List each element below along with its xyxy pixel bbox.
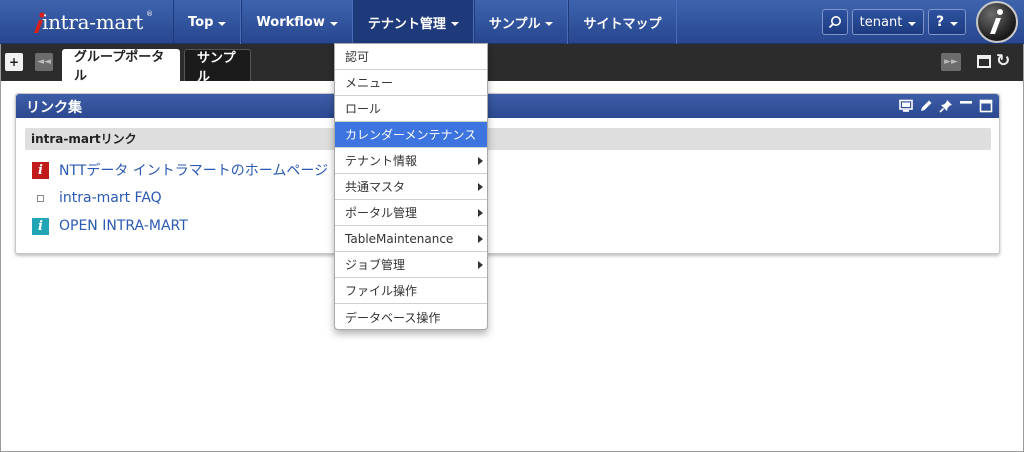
submenu-arrow-icon bbox=[478, 209, 483, 217]
link-open-intra-mart[interactable]: OPEN INTRA-MART bbox=[59, 218, 188, 234]
link-nttdata-homepage[interactable]: NTTデータ イントラマートのホームページ bbox=[59, 160, 328, 180]
menu-item-tenant-info[interactable]: テナント情報 bbox=[335, 148, 487, 174]
menu-item-label: カレンダーメンテナンス bbox=[345, 128, 477, 142]
menu-item-label: 共通マスタ bbox=[345, 180, 406, 194]
help-menu-button[interactable]: ? bbox=[928, 9, 966, 35]
menu-item-menu[interactable]: メニュー bbox=[335, 70, 487, 96]
nav-sitemap[interactable]: サイトマップ bbox=[568, 0, 677, 44]
intra-mart-logo[interactable]: intra-mart ® bbox=[8, 6, 172, 38]
intramart-red-icon: i bbox=[32, 161, 49, 179]
tenant-admin-dropdown: 認可 メニュー ロール カレンダーメンテナンス テナント情報 共通マスタ ポータ… bbox=[334, 43, 488, 330]
link-item: i OPEN INTRA-MART bbox=[32, 216, 188, 236]
nav-workflow[interactable]: Workflow bbox=[241, 0, 353, 44]
menu-item-job-admin[interactable]: ジョブ管理 bbox=[335, 252, 487, 278]
nav-top[interactable]: Top bbox=[173, 0, 242, 44]
menu-item-label: TableMaintenance bbox=[345, 231, 454, 246]
menu-item-label: メニュー bbox=[345, 76, 394, 90]
nav-tenant-admin[interactable]: テナント管理 bbox=[352, 0, 474, 44]
menu-item-file-operations[interactable]: ファイル操作 bbox=[335, 278, 487, 304]
tab-group-portal[interactable]: グループポータル bbox=[62, 49, 180, 84]
nav-top-label: Top bbox=[188, 14, 214, 30]
nav-sample-label: サンプル bbox=[488, 16, 541, 32]
caret-down-icon bbox=[545, 21, 554, 26]
tab-sample[interactable]: サンプル bbox=[184, 49, 251, 85]
intramart-teal-icon: i bbox=[32, 217, 49, 235]
menu-item-role[interactable]: ロール bbox=[335, 96, 487, 122]
portlet-header: リンク集 bbox=[16, 94, 999, 118]
maximize-icon[interactable] bbox=[979, 99, 993, 113]
portal-tab-bar: + ◄◄ グループポータル サンプル ►► ↻ bbox=[1, 44, 1023, 85]
intra-mart-i-icon bbox=[990, 9, 1003, 34]
user-menu-button[interactable]: tenant bbox=[852, 9, 924, 35]
header-tools: tenant ? bbox=[822, 0, 1018, 44]
links-portlet: リンク集 intra-martリンク i NTTデータ イントラマートのホームペ… bbox=[15, 93, 1000, 254]
menu-item-portal-admin[interactable]: ポータル管理 bbox=[335, 200, 487, 226]
global-nav: Top Workflow テナント管理 サンプル サイトマップ bbox=[173, 0, 677, 44]
nav-workflow-label: Workflow bbox=[256, 14, 325, 30]
global-header: intra-mart ® Top Workflow テナント管理 サンプル サイ… bbox=[0, 0, 1024, 44]
portlet-title: リンク集 bbox=[26, 100, 82, 116]
scroll-tabs-right-button[interactable]: ►► bbox=[941, 53, 961, 71]
menu-item-table-maintenance[interactable]: TableMaintenance bbox=[335, 226, 487, 252]
submenu-arrow-icon bbox=[478, 235, 483, 243]
link-item: i NTTデータ イントラマートのホームページ bbox=[32, 160, 328, 180]
help-label: ? bbox=[935, 14, 945, 30]
user-label: tenant bbox=[859, 14, 903, 30]
portlet-tools bbox=[899, 99, 993, 113]
caret-down-icon bbox=[450, 21, 459, 26]
link-item: intra-mart FAQ bbox=[32, 188, 162, 208]
logo-registered-mark: ® bbox=[146, 10, 153, 18]
caret-down-icon bbox=[218, 21, 227, 26]
search-icon bbox=[828, 16, 841, 29]
menu-item-label: データベース操作 bbox=[345, 310, 441, 325]
window-icon[interactable] bbox=[977, 55, 991, 68]
caret-down-icon bbox=[908, 21, 917, 26]
submenu-arrow-icon bbox=[478, 261, 483, 269]
menu-item-label: ポータル管理 bbox=[345, 206, 418, 220]
search-button[interactable] bbox=[822, 9, 848, 35]
user-avatar[interactable] bbox=[976, 1, 1018, 43]
menu-item-label: ロール bbox=[345, 102, 382, 116]
section-header: intra-martリンク bbox=[25, 128, 991, 150]
menu-item-calendar-maintenance[interactable]: カレンダーメンテナンス bbox=[335, 122, 487, 148]
nav-sample[interactable]: サンプル bbox=[473, 0, 569, 44]
caret-down-icon bbox=[950, 21, 959, 26]
menu-item-common-master[interactable]: 共通マスタ bbox=[335, 174, 487, 200]
menu-item-label: 認可 bbox=[345, 50, 370, 64]
menu-item-database-operations[interactable]: データベース操作 bbox=[335, 304, 487, 330]
pencil-icon[interactable] bbox=[919, 99, 933, 113]
menu-item-label: ジョブ管理 bbox=[345, 258, 406, 272]
nav-sitemap-label: サイトマップ bbox=[583, 16, 662, 32]
link-intra-mart-faq[interactable]: intra-mart FAQ bbox=[59, 190, 162, 206]
scroll-tabs-left-button[interactable]: ◄◄ bbox=[35, 53, 53, 71]
menu-item-label: テナント情報 bbox=[345, 154, 418, 168]
blank-page-icon bbox=[32, 190, 49, 207]
menu-item-label: ファイル操作 bbox=[345, 284, 418, 298]
submenu-arrow-icon bbox=[478, 157, 483, 165]
logo-text: intra-mart bbox=[42, 10, 144, 34]
minimize-icon[interactable] bbox=[959, 99, 973, 113]
pin-icon[interactable] bbox=[939, 99, 953, 113]
submenu-arrow-icon bbox=[478, 183, 483, 191]
add-tab-button[interactable]: + bbox=[5, 53, 23, 71]
monitor-icon[interactable] bbox=[899, 99, 913, 113]
menu-item-authorization[interactable]: 認可 bbox=[335, 44, 487, 70]
refresh-icon[interactable]: ↻ bbox=[996, 51, 1010, 71]
nav-tenant-admin-label: テナント管理 bbox=[367, 16, 446, 32]
caret-down-icon bbox=[329, 21, 338, 26]
